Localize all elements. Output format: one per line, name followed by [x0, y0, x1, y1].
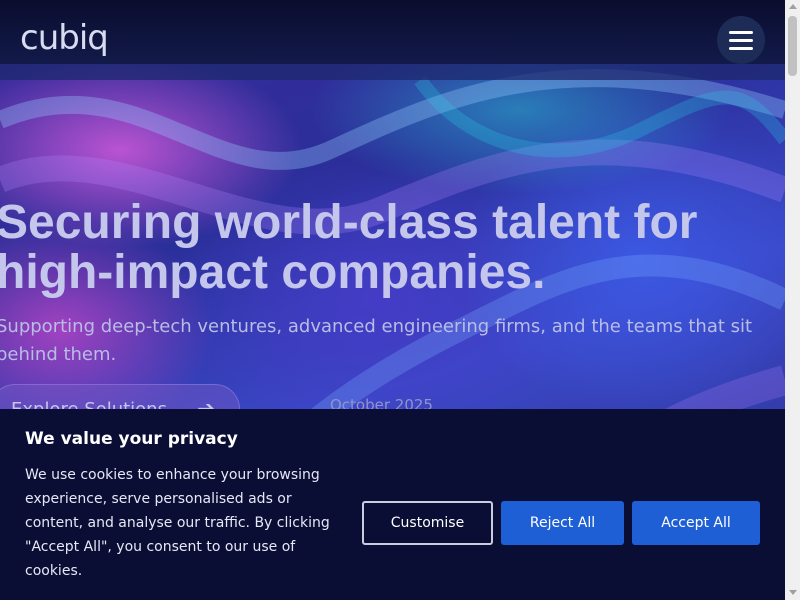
scroll-down-icon[interactable] [789, 590, 797, 595]
cookie-banner-title: We value your privacy [25, 429, 238, 449]
nav-divider [0, 64, 785, 80]
customise-button[interactable]: Customise [362, 501, 493, 545]
hero-headline: Securing world-class talent for high-imp… [0, 196, 698, 299]
hamburger-menu-icon [729, 39, 753, 42]
page-scrollbar[interactable] [785, 0, 800, 600]
scrollbar-thumb[interactable] [788, 16, 797, 76]
scroll-up-icon[interactable] [789, 4, 797, 9]
cookie-consent-banner: We value your privacy We use cookies to … [0, 409, 785, 600]
hamburger-menu-icon [729, 31, 753, 34]
hero-subtitle: Supporting deep-tech ventures, advanced … [0, 316, 753, 365]
hamburger-menu-icon [729, 47, 753, 50]
menu-button[interactable] [717, 16, 765, 64]
reject-all-button[interactable]: Reject All [501, 501, 624, 545]
cookie-banner-text: We use cookies to enhance your browsing … [25, 467, 330, 579]
top-navigation-bar [0, 0, 785, 64]
cubiq-logo[interactable]: cubiq [20, 18, 109, 58]
accept-all-button[interactable]: Accept All [632, 501, 760, 545]
